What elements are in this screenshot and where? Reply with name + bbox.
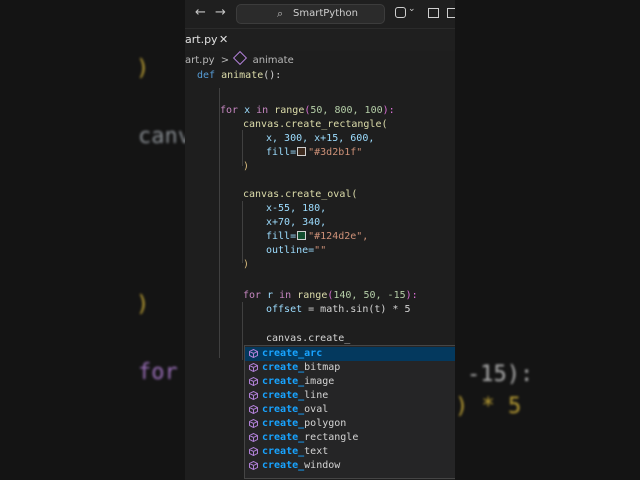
autocomplete-dropdown[interactable]: create_arc create_bitmap create_image cr… — [244, 345, 455, 479]
suggestion-create-bitmap[interactable]: create_bitmap — [245, 361, 455, 375]
indent-guide — [242, 302, 243, 360]
suggestion-create-line[interactable]: create_line — [245, 389, 455, 403]
breadcrumb-separator: > — [220, 55, 230, 66]
code-line-oval-args2: x+70, 340, — [266, 217, 327, 228]
tab-label: art.py — [185, 33, 218, 46]
code-line-def: def animate(): — [197, 70, 282, 81]
color-swatch[interactable] — [297, 147, 307, 156]
code-line-close: ) — [243, 259, 250, 270]
panel-toggle-icon[interactable] — [447, 8, 455, 18]
breadcrumb: art.py > animate — [185, 50, 294, 69]
code-line-offset: offset = math.sin(t) * 5 — [266, 304, 411, 315]
code-line-current[interactable]: canvas.create_ — [266, 332, 350, 346]
title-bar: ← → ⌕ SmartPython ⌄ — [185, 0, 455, 29]
suggestion-create-image[interactable]: create_image — [245, 375, 455, 389]
code-line-oval-fill: fill= "#124d2e", — [266, 231, 369, 242]
indent-guide — [219, 88, 220, 358]
forward-button[interactable]: → — [215, 5, 226, 20]
bg-text: -15): — [467, 362, 534, 387]
method-cube-icon — [249, 362, 258, 373]
code-editor: ← → ⌕ SmartPython ⌄ art.py ✕ art.py > an… — [185, 0, 455, 480]
method-cube-icon — [249, 348, 258, 359]
bg-text: ) — [136, 292, 150, 317]
chevron-down-icon[interactable]: ⌄ — [408, 4, 416, 14]
command-center-search[interactable]: ⌕ SmartPython — [236, 4, 385, 24]
bg-text: for — [138, 360, 178, 385]
suggestion-create-window[interactable]: create_window — [245, 459, 455, 473]
background-left-zoom: ) canv ) for — [0, 0, 185, 480]
method-cube-icon — [249, 390, 258, 401]
close-icon[interactable]: ✕ — [219, 29, 228, 51]
suggestion-create-rectangle[interactable]: create_rectangle — [245, 431, 455, 445]
bg-text: ) * 5 — [455, 394, 522, 419]
search-label: SmartPython — [293, 8, 358, 19]
indent-guide — [242, 201, 243, 263]
method-cube-icon — [249, 446, 258, 457]
suggestion-create-polygon[interactable]: create_polygon — [245, 417, 455, 431]
method-cube-icon — [249, 404, 258, 415]
editor-tab-bar: art.py ✕ — [185, 29, 455, 51]
back-button[interactable]: ← — [195, 5, 206, 20]
color-swatch[interactable] — [297, 231, 307, 240]
code-line-create-rectangle: canvas.create_rectangle( — [243, 119, 388, 130]
code-line-for-r: for r in range(140, 50, -15): — [243, 290, 418, 301]
suggestion-create-oval[interactable]: create_oval — [245, 403, 455, 417]
method-cube-icon — [249, 418, 258, 429]
suggestion-create-arc[interactable]: create_arc — [245, 347, 455, 361]
background-right-zoom: -15): ) * 5 — [455, 0, 640, 480]
code-line-oval-outline: outline="" — [266, 245, 327, 256]
code-line-close: ) — [243, 161, 250, 172]
layout-icon[interactable] — [428, 8, 439, 18]
code-line-rect-args: x, 300, x+15, 600, — [266, 133, 375, 144]
breadcrumb-file[interactable]: art.py — [185, 55, 215, 66]
copilot-icon[interactable] — [395, 7, 406, 18]
search-icon: ⌕ — [277, 7, 284, 20]
bg-text: ) — [136, 56, 150, 81]
code-line-for-x: for x in range(50, 800, 100): — [220, 105, 395, 116]
code-line-create-oval: canvas.create_oval( — [243, 189, 358, 200]
code-line-rect-fill: fill= "#3d2b1f" — [266, 147, 363, 158]
bg-text: canv — [138, 124, 185, 149]
method-cube-icon — [249, 460, 258, 471]
breadcrumb-symbol[interactable]: animate — [253, 55, 294, 66]
method-cube-icon — [249, 376, 258, 387]
tab-art-py[interactable]: art.py ✕ — [185, 29, 228, 51]
cube-icon — [233, 50, 248, 66]
suggestion-create-text[interactable]: create_text — [245, 445, 455, 459]
method-cube-icon — [249, 432, 258, 443]
code-line-oval-args1: x-55, 180, — [266, 203, 327, 214]
